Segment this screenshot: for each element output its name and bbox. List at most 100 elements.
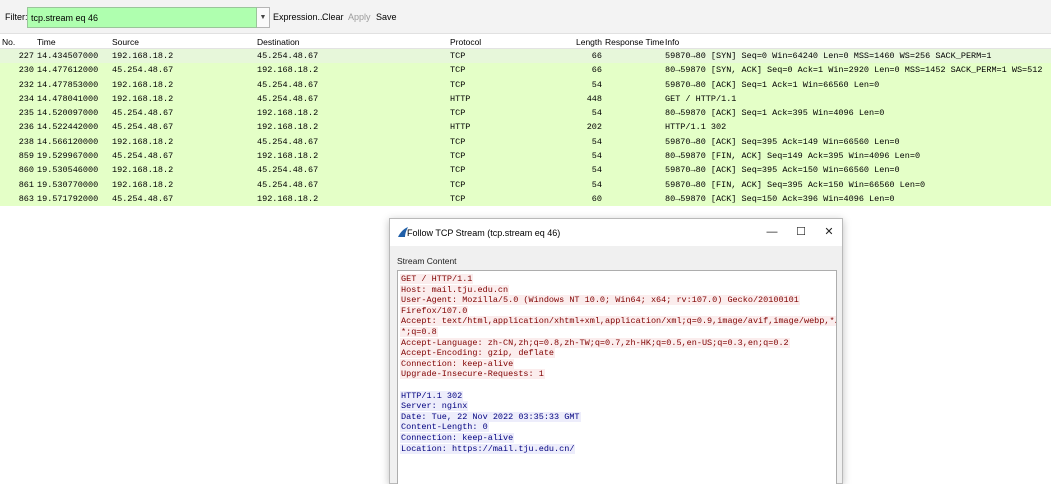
filter-label: Filter: — [5, 12, 28, 22]
packet-time: 19.530770000 — [37, 179, 99, 190]
server-stream-text: HTTP/1.1 302 — [400, 390, 464, 401]
packet-destination: 45.254.48.67 — [257, 136, 319, 147]
apply-button[interactable]: Apply — [348, 12, 371, 22]
packet-destination: 45.254.48.67 — [257, 165, 319, 176]
packet-no: 230 — [18, 65, 34, 76]
client-stream-line: Firefox/107.0 — [400, 305, 834, 317]
filter-toolbar: Filter: ▼ Expression... Clear Apply Save — [0, 0, 1051, 34]
packet-row[interactable]: 227 14.434507000 192.168.18.2 45.254.48.67 T… — [0, 49, 1051, 64]
column-header-response-time[interactable]: Response Time — [605, 37, 664, 47]
packet-no: 227 — [18, 51, 34, 61]
packet-time: 14.566120000 — [37, 136, 99, 147]
packet-time: 19.529967000 — [37, 151, 99, 162]
packet-length: 448 — [586, 93, 602, 104]
packet-row[interactable]: 863 19.571792000 45.254.48.67 192.168.18.2 T… — [0, 191, 1051, 207]
packet-row[interactable]: 236 14.522442000 45.254.48.67 192.168.18.2 H… — [0, 120, 1051, 135]
packet-no: 236 — [18, 122, 34, 133]
packet-length: 66 — [591, 65, 602, 76]
follow-tcp-stream-dialog: Follow TCP Stream (tcp.stream eq 46) — ☐… — [389, 218, 843, 484]
server-stream-text: Location: https://mail.tju.edu.cn/ — [400, 443, 576, 454]
client-stream-line: *;q=0.8 — [400, 326, 834, 338]
column-header-no[interactable]: No. — [2, 37, 15, 47]
packet-time: 14.434507000 — [37, 51, 99, 61]
packet-source: 192.168.18.2 — [112, 179, 174, 190]
packet-row[interactable]: 230 14.477612000 45.254.48.67 192.168.18.2 T… — [0, 63, 1051, 78]
packet-length: 54 — [591, 179, 602, 190]
packet-protocol: HTTP — [450, 122, 471, 133]
save-filter-button[interactable]: Save — [376, 12, 397, 22]
client-stream-text: Accept-Encoding: gzip, deflate — [400, 348, 556, 359]
maximize-button[interactable]: ☐ — [791, 224, 811, 241]
column-header-info[interactable]: Info — [665, 37, 679, 47]
column-header-source[interactable]: Source — [112, 37, 139, 47]
packet-row[interactable]: 235 14.520097000 45.254.48.67 192.168.18.2 T… — [0, 106, 1051, 121]
packet-source: 192.168.18.2 — [112, 93, 174, 104]
packet-no: 861 — [18, 179, 34, 190]
packet-row[interactable]: 861 19.530770000 192.168.18.2 45.254.48.67 T… — [0, 177, 1051, 192]
client-stream-text: User-Agent: Mozilla/5.0 (Windows NT 10.0… — [400, 295, 800, 306]
packet-destination: 192.168.18.2 — [257, 108, 319, 119]
chevron-down-icon: ▼ — [259, 14, 267, 21]
packet-source: 192.168.18.2 — [112, 51, 174, 61]
clear-button[interactable]: Clear — [322, 12, 344, 22]
packet-length: 66 — [591, 51, 602, 61]
server-stream-text: Connection: keep-alive — [400, 432, 515, 443]
server-stream-text: Server: nginx — [400, 401, 469, 412]
packet-protocol: TCP — [450, 65, 466, 76]
close-button[interactable]: ✕ — [819, 224, 839, 241]
packet-protocol: TCP — [450, 136, 466, 147]
packet-list-header: No. Time Source Destination Protocol Len… — [0, 34, 1051, 49]
packet-destination: 45.254.48.67 — [257, 51, 319, 61]
packet-protocol: TCP — [450, 165, 466, 176]
packet-no: 234 — [18, 93, 34, 104]
column-header-length[interactable]: Length — [576, 37, 602, 47]
client-stream-line: User-Agent: Mozilla/5.0 (Windows NT 10.0… — [400, 295, 834, 306]
packet-length: 202 — [586, 122, 602, 133]
dialog-title: Follow TCP Stream (tcp.stream eq 46) — [407, 228, 561, 238]
stream-content-text[interactable]: GET / HTTP/1.1 Host: mail.tju.edu.cn User-… — [397, 270, 837, 484]
client-stream-text: Upgrade-Insecure-Requests: 1 — [400, 369, 545, 380]
packet-source: 45.254.48.67 — [112, 193, 174, 204]
column-header-protocol[interactable]: Protocol — [450, 37, 481, 47]
packet-length: 54 — [591, 151, 602, 162]
filter-history-dropdown[interactable]: ▼ — [257, 7, 270, 28]
client-stream-text: Accept: text/html,application/xhtml+xml,… — [400, 316, 836, 327]
server-stream-line: Server: nginx — [400, 401, 834, 412]
packet-no: 859 — [18, 151, 34, 162]
dialog-titlebar[interactable]: Follow TCP Stream (tcp.stream eq 46) — ☐… — [390, 219, 842, 246]
packet-row[interactable]: 234 14.478041000 192.168.18.2 45.254.48.67 H… — [0, 91, 1051, 107]
packet-info: 80→59870 [ACK] Seq=1 Ack=395 Win=4096 Le… — [665, 108, 885, 119]
packet-row[interactable]: 859 19.529967000 45.254.48.67 192.168.18.2 T… — [0, 149, 1051, 164]
packet-protocol: TCP — [450, 193, 466, 204]
client-stream-text: Host: mail.tju.edu.cn — [400, 284, 510, 295]
expression-button[interactable]: Expression... — [273, 12, 325, 22]
stream-content-label: Stream Content — [397, 256, 457, 266]
column-header-time[interactable]: Time — [37, 37, 56, 47]
packet-time: 19.530546000 — [37, 165, 99, 176]
packet-info: 59870→80 [ACK] Seq=395 Ack=150 Win=66560… — [665, 165, 900, 176]
client-stream-text: *;q=0.8 — [400, 326, 438, 337]
packet-info: 80→59870 [ACK] Seq=150 Ack=396 Win=4096 … — [665, 193, 895, 204]
packet-source: 192.168.18.2 — [112, 79, 174, 90]
packet-time: 19.571792000 — [37, 193, 99, 204]
client-stream-line: Connection: keep-alive — [400, 358, 834, 370]
packet-row[interactable]: 232 14.477853000 192.168.18.2 45.254.48.67 T… — [0, 77, 1051, 92]
packet-no: 238 — [18, 136, 34, 147]
client-stream-text: Connection: keep-alive — [400, 358, 515, 369]
packet-protocol: HTTP — [450, 93, 471, 104]
client-stream-line: Accept-Language: zh-CN,zh;q=0.8,zh-TW;q=… — [400, 337, 834, 349]
packet-row[interactable]: 238 14.566120000 192.168.18.2 45.254.48.67 T… — [0, 134, 1051, 150]
packet-destination: 192.168.18.2 — [257, 65, 319, 76]
packet-row[interactable]: 860 19.530546000 192.168.18.2 45.254.48.67 T… — [0, 163, 1051, 178]
column-header-destination[interactable]: Destination — [257, 37, 300, 47]
server-stream-line: Connection: keep-alive — [400, 432, 834, 444]
minimize-button[interactable]: — — [762, 224, 782, 241]
display-filter-input[interactable] — [27, 7, 257, 28]
packet-info: 59870→80 [SYN] Seq=0 Win=64240 Len=0 MSS… — [665, 51, 992, 61]
stream-separator — [400, 380, 834, 391]
packet-length: 54 — [591, 165, 602, 176]
packet-info: 59870→80 [FIN, ACK] Seq=395 Ack=150 Win=… — [665, 179, 926, 190]
packet-info: GET / HTTP/1.1 — [665, 93, 737, 104]
packet-list: No. Time Source Destination Protocol Len… — [0, 34, 1051, 207]
server-stream-text: Content-Length: 0 — [400, 422, 489, 433]
